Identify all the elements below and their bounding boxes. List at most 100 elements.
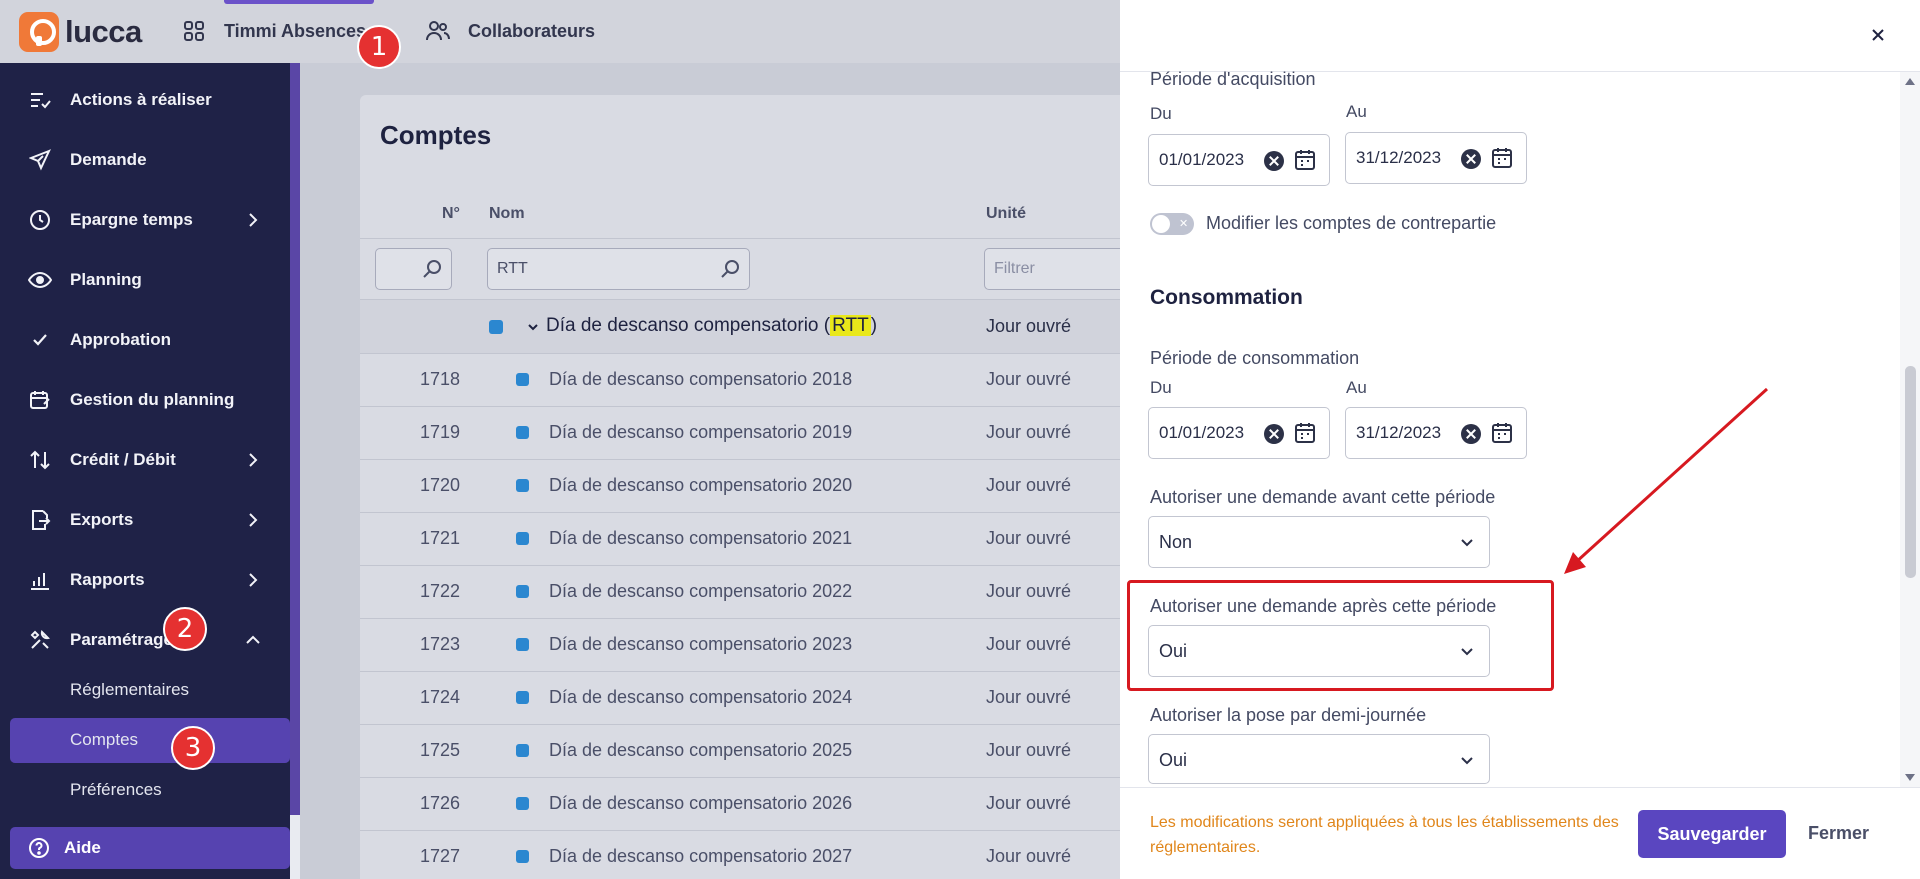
step-marker-1: 1 [357,25,401,69]
conso-from-label: Du [1150,378,1172,397]
warning-message: Les modifications seront appliquées à to… [1150,814,1619,856]
conso-from-date-input[interactable]: 01/01/2023 [1148,407,1330,459]
table-row[interactable]: 1720 Día de descanso compensatorio 2020 … [360,459,1120,512]
calendar-icon[interactable] [1490,146,1514,170]
sidebar-item-label: Actions à réaliser [70,90,212,109]
group-unit: Jour ouvré [986,316,1072,336]
lucca-logo[interactable]: lucca [19,12,142,52]
search-highlight: RTT [830,315,871,336]
apps-menu-button[interactable]: Timmi Absences [180,14,366,48]
account-color-dot [516,479,529,492]
sidebar-item-label: Crédit / Débit [70,450,176,469]
counterpart-accounts-toggle[interactable]: ✕ [1150,213,1194,235]
acq-to-value: 31/12/2023 [1356,148,1442,167]
clear-icon[interactable] [1264,151,1284,171]
close-icon[interactable] [1865,22,1891,48]
sidebar-item-demande[interactable]: Demande [28,140,273,180]
table-row[interactable]: 1725 Día de descanso compensatorio 2025 … [360,724,1120,777]
column-header-unit[interactable]: Unité [986,205,1026,223]
conso-to-value: 31/12/2023 [1356,423,1442,442]
account-color-dot [516,691,529,704]
sidebar-item-credit-debit[interactable]: Crédit / Débit [28,440,273,480]
row-num: 1727 [419,846,460,866]
account-color-dot [516,744,529,757]
clear-icon[interactable] [1461,424,1481,444]
row-num: 1721 [419,528,460,548]
chevron-right-icon [249,453,258,467]
half-day-select[interactable]: Oui [1148,734,1490,784]
help-circle-icon [29,838,49,858]
unit-filter-input[interactable]: Filtrer [984,248,1120,290]
collaborators-button[interactable]: Collaborateurs [424,14,595,48]
top-bar: lucca Timmi Absences Collaborateurs [0,0,1120,63]
acq-from-date-input[interactable]: 01/01/2023 [1148,134,1330,186]
close-button[interactable]: Fermer [1808,823,1869,844]
allow-before-select[interactable]: Non [1148,516,1490,568]
table-row[interactable]: 1723 Día de descanso compensatorio 2023 … [360,618,1120,671]
table-row[interactable]: 1726 Día de descanso compensatorio 2026 … [360,777,1120,830]
allow-after-select[interactable]: Oui [1148,625,1490,677]
sidebar-scroll-edge [290,63,300,815]
row-unit: Jour ouvré [986,581,1072,601]
sidebar-item-actions[interactable]: Actions à réaliser [28,80,273,120]
sidebar-subitem-comptes[interactable]: Comptes [70,730,138,750]
calendar-icon[interactable] [1293,421,1317,445]
sidebar-item-label: Demande [70,150,147,169]
account-edit-panel: Période d'acquisition Du Au 01/01/2023 3… [1120,0,1920,879]
sidebar-item-planning[interactable]: Planning [28,260,273,300]
unit-filter-placeholder: Filtrer [994,260,1035,277]
sidebar-item-epargne[interactable]: Epargne temps [28,200,273,240]
sidebar-subitem-reglementaires[interactable]: Réglementaires [70,680,189,700]
tools-icon [28,628,52,652]
acq-to-date-input[interactable]: 31/12/2023 [1345,132,1527,184]
table-row[interactable]: 1722 Día de descanso compensatorio 2022 … [360,565,1120,618]
file-export-icon [28,508,52,532]
group-row[interactable]: Día de descanso compensatorio (RTT) Jour… [360,300,1120,353]
save-button[interactable]: Sauvegarder [1638,810,1786,858]
account-color-dot [516,532,529,545]
row-unit: Jour ouvré [986,740,1072,760]
scroll-up-icon[interactable] [1904,76,1916,86]
sidebar-item-exports[interactable]: Exports [28,500,273,540]
calendar-icon[interactable] [1293,148,1317,172]
row-num: 1719 [419,422,460,442]
row-name: Día de descanso compensatorio 2023 [549,634,853,654]
sidebar-item-approbation[interactable]: Approbation [28,320,273,360]
acq-to-label: Au [1346,102,1367,121]
sidebar-item-parametrage[interactable]: Paramétrage [28,620,273,660]
column-header-num[interactable]: N° [442,205,460,223]
conso-to-date-input[interactable]: 31/12/2023 [1345,407,1527,459]
group-name-suffix: ) [870,315,878,336]
table-row[interactable]: 1721 Día de descanso compensatorio 2021 … [360,512,1120,565]
sidebar-item-rapports[interactable]: Rapports [28,560,273,600]
search-icon [423,260,441,278]
clear-icon[interactable] [1461,149,1481,169]
scrollbar-thumb[interactable] [1905,366,1916,578]
name-filter-input[interactable]: RTT [487,248,750,290]
row-name: Día de descanso compensatorio 2018 [549,369,853,389]
grid-icon [180,17,208,45]
table-row[interactable]: 1727 Día de descanso compensatorio 2027 … [360,830,1120,879]
row-name: Día de descanso compensatorio 2020 [549,475,853,495]
chevron-down-icon[interactable] [527,321,539,333]
name-filter-value: RTT [497,260,528,277]
row-num: 1720 [419,475,460,495]
sidebar-subitem-preferences[interactable]: Préférences [70,780,162,800]
table-row[interactable]: 1718 Día de descanso compensatorio 2018 … [360,353,1120,406]
sidebar-item-gestion-planning[interactable]: Gestion du planning [28,380,273,420]
account-color-dot [516,638,529,651]
clear-icon[interactable] [1264,424,1284,444]
column-header-name[interactable]: Nom [489,205,525,223]
help-button[interactable]: Aide [10,827,290,869]
scroll-down-icon[interactable] [1904,773,1916,783]
calendar-icon[interactable] [1490,421,1514,445]
check-icon [28,328,52,352]
account-color-dot [516,797,529,810]
allow-after-value: Oui [1159,641,1188,661]
sidebar-item-label: Rapports [70,570,145,589]
account-color-dot [516,426,529,439]
table-row[interactable]: 1719 Día de descanso compensatorio 2019 … [360,406,1120,459]
table-row[interactable]: 1724 Día de descanso compensatorio 2024 … [360,671,1120,724]
step-marker-3: 3 [171,726,215,770]
num-filter-input[interactable] [375,248,452,290]
